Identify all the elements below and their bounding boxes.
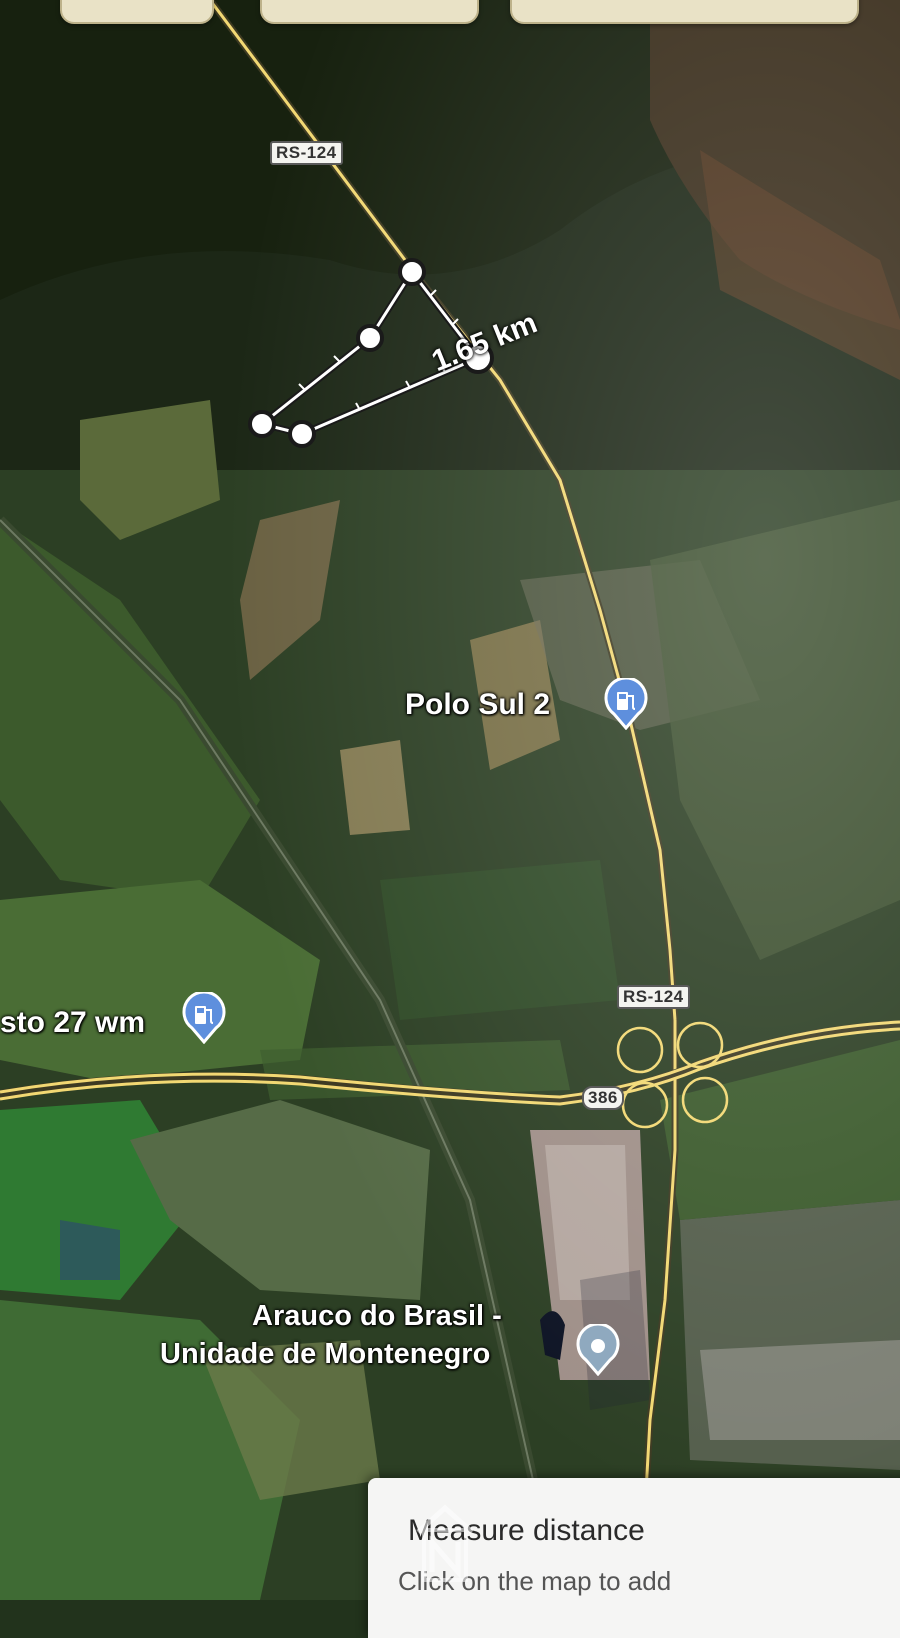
road-shield-br386: 386	[582, 1086, 624, 1110]
road-shield-rs124-north: RS-124	[270, 141, 343, 165]
place-label-arauco-line2[interactable]: Unidade de Montenegro	[160, 1338, 490, 1371]
watermark-logo	[416, 1504, 474, 1582]
place-label-posto-27[interactable]: sto 27 wm	[0, 1006, 145, 1040]
top-tab-right[interactable]	[510, 0, 859, 24]
place-label-polo-sul-2[interactable]: Polo Sul 2	[405, 688, 550, 722]
place-label-arauco-line1[interactable]: Arauco do Brasil -	[252, 1300, 502, 1333]
gas-station-icon[interactable]	[600, 678, 652, 730]
top-tab-middle[interactable]	[260, 0, 479, 24]
road-shield-rs124-south: RS-124	[617, 985, 690, 1009]
gas-station-icon[interactable]	[178, 992, 230, 1044]
place-pin-icon[interactable]	[572, 1324, 624, 1376]
top-tab-left[interactable]	[60, 0, 214, 24]
